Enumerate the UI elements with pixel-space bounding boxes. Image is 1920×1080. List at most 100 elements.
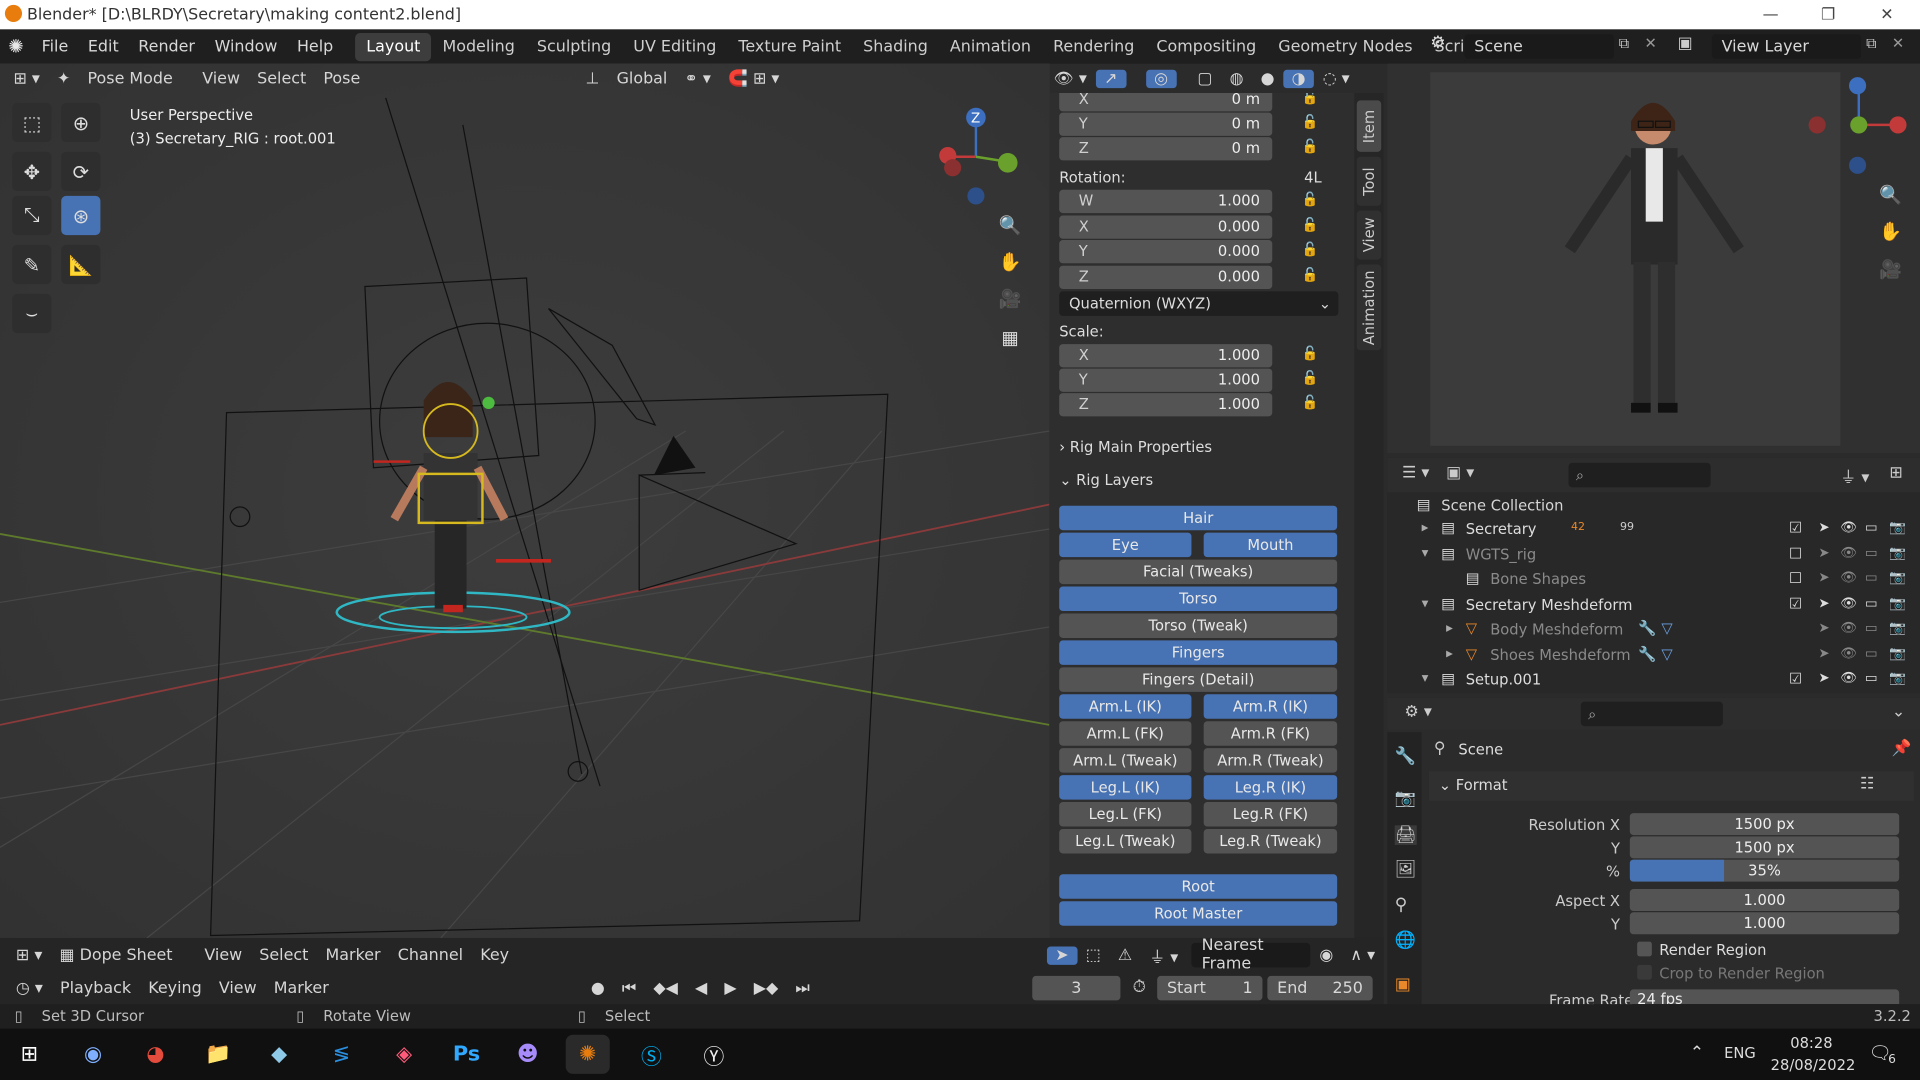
eye-icon[interactable]: 👁 <box>1840 670 1857 686</box>
transform-location-field[interactable]: 0 m <box>1059 93 1273 112</box>
prop-field[interactable]: 35% <box>1629 859 1900 882</box>
language-indicator[interactable]: ENG <box>1724 1044 1756 1061</box>
annotate-tool[interactable]: ✎ <box>12 244 52 285</box>
rig-layer-leg-l-ik[interactable]: Leg.L (IK) <box>1059 775 1192 800</box>
outliner-editor-icon[interactable]: ☰ ▾ <box>1402 464 1429 482</box>
workspace-tab-sculpting[interactable]: Sculpting <box>526 32 622 60</box>
rig-layer-fingers-detail[interactable]: Fingers (Detail) <box>1059 667 1338 692</box>
eye-icon[interactable]: 👁 <box>1840 545 1857 561</box>
exclude-checkbox[interactable]: ☐ <box>1789 569 1802 586</box>
clock-time[interactable]: 08:28 <box>1790 1035 1832 1052</box>
minimize-button[interactable]: — <box>1742 0 1798 29</box>
exclude-checkbox[interactable]: ☑ <box>1789 519 1802 536</box>
app-icon-3[interactable]: ◈ <box>382 1035 426 1074</box>
rig-layer-arm-r-ik[interactable]: Arm.R (IK) <box>1203 694 1338 719</box>
new-collection-icon[interactable]: ⊞ <box>1889 464 1902 482</box>
expand-icon[interactable]: ▸ <box>1422 519 1429 535</box>
select-box-tool[interactable]: ⬚ <box>12 102 52 143</box>
scene-collection-row[interactable]: ▤ Scene Collection <box>1387 493 1920 517</box>
scene-tab-icon[interactable]: ⚲ <box>1395 895 1408 915</box>
transform-tool[interactable]: ⊛ <box>61 195 101 236</box>
rig-layer-arm-r-tweak[interactable]: Arm.R (Tweak) <box>1203 748 1338 773</box>
maximize-button[interactable]: ❐ <box>1800 0 1856 29</box>
skype-icon[interactable]: Ⓢ <box>629 1035 673 1074</box>
render-tab-icon[interactable]: 📷 <box>1395 789 1416 809</box>
dopesheet-mode-dropdown[interactable]: ▦ Dope Sheet <box>51 946 184 964</box>
format-panel-header[interactable]: ⌄ Format ☷ <box>1428 771 1914 801</box>
workspace-tab-rendering[interactable]: Rendering <box>1042 32 1145 60</box>
timeline-editor-icon[interactable]: ◷ ▾ <box>7 979 51 997</box>
tray-arrow-icon[interactable]: ⌃ <box>1690 1043 1704 1063</box>
properties-editor-icon[interactable]: ⚙ ▾ <box>1405 703 1432 721</box>
measure-tool[interactable]: 📐 <box>61 244 101 285</box>
scale-tool[interactable]: ⤡ <box>12 195 52 236</box>
transform-scale-field[interactable]: 1.000 <box>1059 368 1273 392</box>
only-selected-icon[interactable]: ➤ <box>1046 945 1078 965</box>
rig-layer-facial-tweaks[interactable]: Facial (Tweaks) <box>1059 559 1338 585</box>
pivot-icon[interactable]: ⚭ ▾ <box>676 69 720 87</box>
app-icon-2[interactable]: ◆ <box>257 1035 301 1074</box>
prop-field[interactable]: 1500 px <box>1629 813 1900 836</box>
rig-layer-hair[interactable]: Hair <box>1059 505 1338 531</box>
timer-icon[interactable]: ⏱ <box>1133 977 1146 997</box>
file-explorer-icon[interactable]: 📁 <box>196 1035 240 1074</box>
workspace-tab-texture-paint[interactable]: Texture Paint <box>727 32 852 60</box>
render-camera-icon[interactable]: 📷 <box>1889 545 1906 561</box>
transform-scale-field[interactable]: 1.000 <box>1059 393 1273 417</box>
exclude-checkbox[interactable]: ☑ <box>1789 595 1802 612</box>
object-tab-icon[interactable]: ▣ <box>1395 975 1411 995</box>
expand-icon[interactable]: ▾ <box>1422 545 1429 561</box>
presets-icon[interactable]: ☷ <box>1860 775 1874 793</box>
dopesheet-channel-menu[interactable]: Channel <box>389 946 472 964</box>
blender-taskbar-icon[interactable]: ✺ <box>565 1034 610 1074</box>
lock-icon[interactable]: 🔓 <box>1302 394 1319 410</box>
gizmo-toggle-icon[interactable]: ↗ <box>1095 69 1126 88</box>
render-region-checkbox[interactable] <box>1637 941 1652 957</box>
ortho-grid-icon[interactable]: ▦ <box>993 321 1027 355</box>
render-camera-icon[interactable]: 📷 <box>1889 620 1906 636</box>
outliner-row[interactable]: ▸ ▽ Shoes Meshdeform 🔧 ▽ ➤ 👁 ▭ 📷 <box>1387 643 1920 667</box>
outliner-search-input[interactable]: ⌕ <box>1568 462 1711 488</box>
exclude-checkbox[interactable]: ☑ <box>1789 670 1802 687</box>
rig-layer-arm-l-fk[interactable]: Arm.L (FK) <box>1059 721 1192 746</box>
lock-icon[interactable]: 🔓 <box>1302 138 1319 154</box>
viewport-icon[interactable]: ▭ <box>1865 569 1878 585</box>
lock-icon[interactable]: 🔓 <box>1302 93 1319 105</box>
preview-zoom-icon[interactable]: 🔍 <box>1873 178 1907 212</box>
blender-menu-icon[interactable]: ✺ <box>0 36 32 58</box>
rig-layer-torso[interactable]: Torso <box>1059 586 1338 612</box>
show-hidden-icon[interactable]: ⬚ <box>1077 946 1109 964</box>
transform-rotation-field[interactable]: 0.000 <box>1059 265 1273 289</box>
current-frame-field[interactable]: 3 <box>1032 975 1121 1001</box>
zoom-icon[interactable]: 🔍 <box>993 208 1027 242</box>
rig-layer-fingers[interactable]: Fingers <box>1059 640 1338 665</box>
record-button[interactable]: ● <box>582 979 613 997</box>
rig-layer-torso-tweak[interactable]: Torso (Tweak) <box>1059 613 1338 638</box>
prop-field[interactable]: 1.000 <box>1629 912 1900 935</box>
rig-layer-leg-r-ik[interactable]: Leg.R (IK) <box>1203 775 1338 800</box>
view-layer-icon[interactable]: ▣ <box>1678 34 1693 52</box>
prev-keyframe-icon[interactable]: ◆◀ <box>645 979 687 997</box>
rig-layer-root[interactable]: Root <box>1059 874 1338 899</box>
outliner-row[interactable]: ▤ Bone Shapes ☐ ➤ 👁 ▭ 📷 <box>1387 567 1920 591</box>
rig-layer-arm-r-fk[interactable]: Arm.R (FK) <box>1203 721 1338 746</box>
pan-hand-icon[interactable]: ✋ <box>993 245 1027 279</box>
close-button[interactable]: ✕ <box>1859 0 1915 29</box>
gizmo-neg-x[interactable] <box>944 159 962 177</box>
discord-icon[interactable]: ☻ <box>506 1035 550 1074</box>
bend-tool[interactable]: ⌣ <box>12 293 52 334</box>
exclude-checkbox[interactable]: ☐ <box>1789 545 1802 562</box>
select-arrow-icon[interactable]: ➤ <box>1818 545 1829 561</box>
rotation-lock-4l[interactable]: 4L <box>1304 169 1322 186</box>
tab-view[interactable]: View <box>1356 210 1382 260</box>
rotation-mode-dropdown[interactable]: Quaternion (WXYZ) ⌄ <box>1059 291 1339 316</box>
crop-checkbox[interactable] <box>1637 964 1652 980</box>
material-shading-icon[interactable]: ◑ <box>1283 69 1315 88</box>
workspace-tab-modeling[interactable]: Modeling <box>431 32 525 60</box>
mode-dropdown[interactable]: Pose Mode <box>79 69 181 87</box>
tab-animation[interactable]: Animation <box>1356 264 1382 351</box>
dopesheet-marker-menu[interactable]: Marker <box>317 946 389 964</box>
wireframe-shading-icon[interactable]: ◍ <box>1221 69 1252 87</box>
viewport-icon[interactable]: ▭ <box>1865 645 1878 661</box>
workspace-tab-uv-editing[interactable]: UV Editing <box>622 32 727 60</box>
